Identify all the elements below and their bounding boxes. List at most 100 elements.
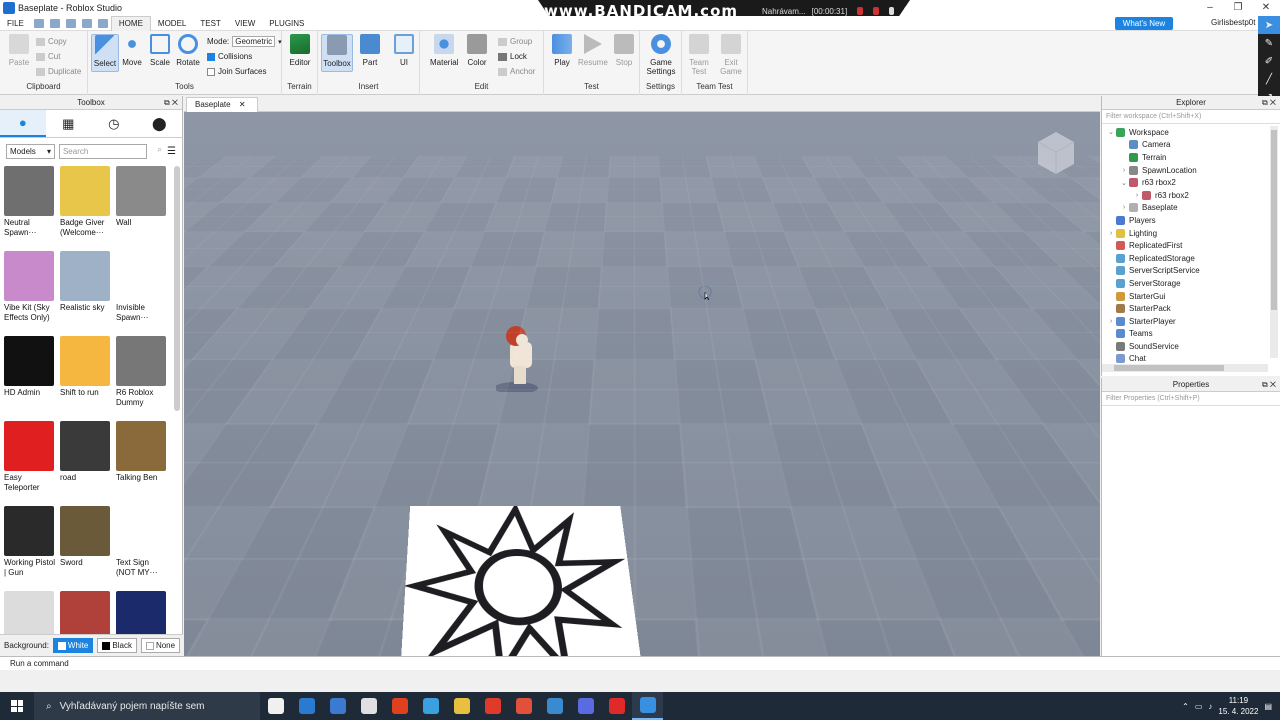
start-button[interactable] xyxy=(0,692,34,720)
toolbox-item[interactable]: Wall xyxy=(116,166,168,239)
command-input[interactable]: Run a command xyxy=(10,659,69,668)
toolbox-item[interactable]: Realistic sky xyxy=(60,251,112,324)
toolbox-item[interactable]: Talking Ben xyxy=(116,421,168,494)
terrain-editor-button[interactable]: Editor xyxy=(286,34,314,67)
save-icon[interactable] xyxy=(34,19,44,28)
close-icon[interactable]: ✕ xyxy=(239,100,246,109)
pen-icon[interactable]: ✎ xyxy=(1258,34,1280,52)
close-icon[interactable]: ⧉ ✕ xyxy=(1262,96,1276,110)
anchor-button[interactable]: Anchor xyxy=(498,67,535,76)
toolbox-item[interactable]: Shift to run xyxy=(60,336,112,409)
bg-none-option[interactable]: None xyxy=(141,638,180,653)
play-button[interactable]: Play xyxy=(548,34,576,67)
taskbar-app[interactable] xyxy=(632,692,663,720)
camera-icon[interactable] xyxy=(889,7,895,15)
maximize-button[interactable]: ❐ xyxy=(1224,0,1252,16)
3d-viewport[interactable] xyxy=(184,112,1100,656)
taskbar-app[interactable] xyxy=(260,692,291,720)
team-test-button[interactable]: Team Test xyxy=(685,34,713,76)
ui-button[interactable]: UI xyxy=(390,34,418,67)
taskbar-app[interactable] xyxy=(539,692,570,720)
close-icon[interactable]: ⧉ ✕ xyxy=(164,96,178,110)
copy-button[interactable]: Copy xyxy=(36,37,67,46)
taskbar-search[interactable]: ⌕ Vyhľadávaný pojem napíšte sem xyxy=(34,692,260,720)
open-icon[interactable] xyxy=(66,19,76,28)
line-icon[interactable]: ╱ xyxy=(1258,70,1280,88)
taskbar-app[interactable] xyxy=(291,692,322,720)
network-icon[interactable]: ▭ xyxy=(1195,702,1203,711)
taskbar-app[interactable] xyxy=(322,692,353,720)
explorer-node[interactable]: › SpawnLocation xyxy=(1102,164,1268,177)
player-avatar[interactable] xyxy=(496,322,542,392)
explorer-node[interactable]: › StarterPlayer xyxy=(1102,315,1268,328)
properties-filter-input[interactable]: Filter Properties (Ctrl+Shift+P) xyxy=(1102,392,1280,406)
menu-file[interactable]: FILE xyxy=(0,19,31,28)
tab-inventory[interactable]: ▦ xyxy=(46,110,92,137)
redo-icon[interactable] xyxy=(98,19,108,28)
stop-icon[interactable] xyxy=(873,7,879,15)
spawn-location[interactable] xyxy=(401,506,641,656)
command-bar[interactable]: Run a command xyxy=(0,656,1280,670)
taskbar-app[interactable] xyxy=(384,692,415,720)
search-input[interactable]: Search ⌕ xyxy=(59,144,147,159)
paste-button[interactable]: Paste xyxy=(5,34,33,67)
explorer-node[interactable]: › r63 rbox2 xyxy=(1102,189,1268,202)
minimize-button[interactable]: – xyxy=(1196,0,1224,16)
move-button[interactable]: Move xyxy=(118,34,146,67)
explorer-node[interactable]: ServerScriptService xyxy=(1102,265,1268,278)
expand-arrow-icon[interactable]: › xyxy=(1119,204,1129,211)
exit-game-button[interactable]: Exit Game xyxy=(717,34,745,76)
explorer-node[interactable]: › Lighting xyxy=(1102,227,1268,240)
pause-icon[interactable] xyxy=(857,7,863,15)
expand-arrow-icon[interactable]: › xyxy=(1119,167,1129,174)
explorer-filter-input[interactable]: Filter workspace (Ctrl+Shift+X) xyxy=(1102,110,1280,124)
volume-icon[interactable]: ♪ xyxy=(1208,702,1212,711)
explorer-node[interactable]: ReplicatedStorage xyxy=(1102,252,1268,265)
toolbox-item[interactable]: road xyxy=(60,421,112,494)
explorer-node[interactable]: ⌄ Workspace xyxy=(1102,126,1268,139)
expand-arrow-icon[interactable]: › xyxy=(1132,192,1142,199)
close-icon[interactable]: ⧉ ✕ xyxy=(1262,378,1276,392)
filter-icon[interactable]: ☰ xyxy=(167,146,176,157)
taskbar-app[interactable] xyxy=(477,692,508,720)
collisions-toggle[interactable]: Collisions xyxy=(207,52,252,61)
new-icon[interactable] xyxy=(50,19,60,28)
toolbox-item[interactable]: Badge Giver (Welcome··· xyxy=(60,166,112,239)
explorer-node[interactable]: StarterPack xyxy=(1102,302,1268,315)
explorer-node[interactable]: ReplicatedFirst xyxy=(1102,239,1268,252)
explorer-node[interactable]: StarterGui xyxy=(1102,290,1268,303)
marker-icon[interactable]: ✐ xyxy=(1258,52,1280,70)
duplicate-button[interactable]: Duplicate xyxy=(36,67,81,76)
tab-baseplate[interactable]: Baseplate ✕ xyxy=(186,97,258,112)
toolbox-item[interactable]: Neutral Spawn··· xyxy=(4,166,56,239)
chevron-up-icon[interactable]: ⌃ xyxy=(1182,702,1189,711)
clock[interactable]: 11:19 15. 4. 2022 xyxy=(1218,695,1258,717)
tab-creations[interactable]: ⬤ xyxy=(137,110,183,137)
join-surfaces-toggle[interactable]: Join Surfaces xyxy=(207,67,266,76)
game-settings-button[interactable]: Game Settings xyxy=(644,34,678,76)
expand-arrow-icon[interactable]: › xyxy=(1106,318,1116,325)
stop-button[interactable]: Stop xyxy=(610,34,638,67)
explorer-scrollbar[interactable] xyxy=(1270,126,1278,358)
scale-button[interactable]: Scale xyxy=(146,34,174,67)
explorer-node[interactable]: Terrain xyxy=(1102,151,1268,164)
toolbox-item[interactable]: R6 Roblox Dummy xyxy=(116,336,168,409)
tab-test[interactable]: TEST xyxy=(193,19,227,28)
explorer-node[interactable]: ServerStorage xyxy=(1102,277,1268,290)
explorer-node[interactable]: Teams xyxy=(1102,328,1268,341)
taskbar-app[interactable] xyxy=(601,692,632,720)
expand-arrow-icon[interactable]: ⌄ xyxy=(1106,128,1116,136)
expand-arrow-icon[interactable]: › xyxy=(1106,230,1116,237)
taskbar-app[interactable] xyxy=(570,692,601,720)
toolbox-item[interactable]: HD Admin xyxy=(4,336,56,409)
cut-button[interactable]: Cut xyxy=(36,52,60,61)
taskbar-app[interactable] xyxy=(508,692,539,720)
toolbox-item[interactable]: Vibe Kit (Sky Effects Only) xyxy=(4,251,56,324)
notification-icon[interactable]: ▤ xyxy=(1264,702,1272,711)
close-button[interactable]: ✕ xyxy=(1252,0,1280,16)
color-button[interactable]: Color xyxy=(463,34,491,67)
material-button[interactable]: Material xyxy=(430,34,458,67)
tab-marketplace[interactable]: ● xyxy=(0,110,46,137)
toolbox-scrollbar[interactable] xyxy=(174,166,180,411)
lock-button[interactable]: Lock xyxy=(498,52,527,61)
